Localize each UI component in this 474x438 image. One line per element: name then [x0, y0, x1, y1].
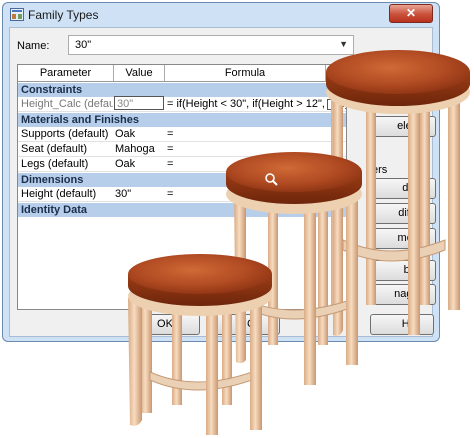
short-stool: [128, 254, 272, 435]
stool-illustration: [128, 50, 470, 435]
